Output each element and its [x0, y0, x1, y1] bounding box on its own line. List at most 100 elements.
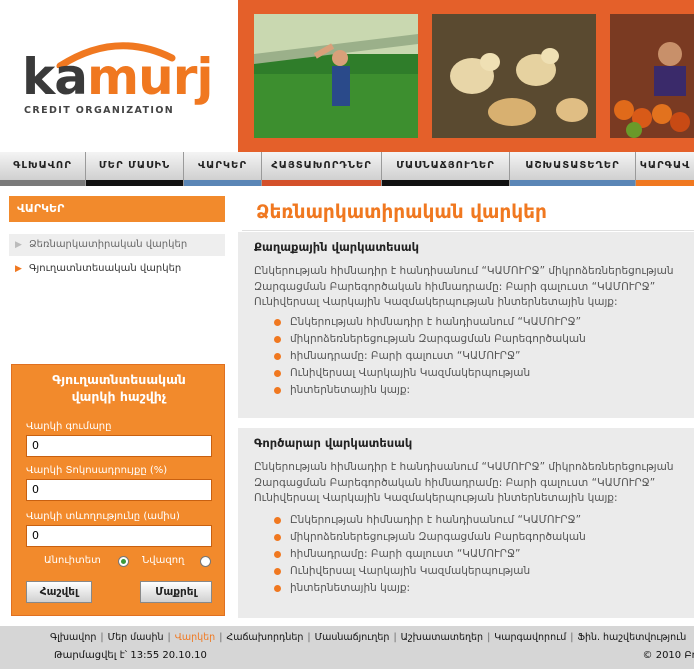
photo-ducklings [432, 14, 596, 138]
main-content: Ձեռնարկատիրական վարկեր Քաղաքային վարկատե… [238, 186, 694, 626]
list-item: Ընկերության հիմնադիր է հանդիսանում “ԿԱՄՈ… [274, 314, 586, 331]
footer-link-financial-reports[interactable]: Ֆին. հաշվետվություն [577, 632, 686, 643]
list-item: միկրոձեռներեցության Զարգացման Բարեգործակ… [274, 331, 586, 348]
footer-separator: | [219, 632, 223, 643]
footer-link-jobs[interactable]: Աշխատատեղեր [401, 632, 483, 643]
nav-item-home[interactable]: ԳԼԽԱՎՈՐ [0, 152, 86, 186]
nav-item-label: ԳԼԽԱՎՈՐ [13, 160, 72, 171]
section-paragraph: Ընկերության հիմնադիր է հանդիսանում “ԿԱՄՈ… [254, 264, 694, 311]
list-item: միկրոձեռներեցության Զարգացման Բարեգործակ… [274, 529, 586, 546]
decreasing-option-label: Նվազող [142, 555, 185, 566]
footer-separator: | [487, 632, 491, 643]
footer-link-clients[interactable]: Հաճախորդներ [226, 632, 303, 643]
logo[interactable]: kamurj CREDIT ORGANIZATION [0, 0, 238, 152]
logo-wordmark: kamurj [22, 50, 213, 104]
clear-button[interactable]: Մաքրել [140, 581, 212, 603]
bullet-icon [274, 370, 281, 377]
submenu-item-agricultural-loans[interactable]: ▶ Գյուղատնտեսական վարկեր [9, 258, 225, 280]
footer-link-loans[interactable]: Վարկեր [175, 632, 216, 643]
nav-item-branches[interactable]: ՄԱՍՆԱՃՅՈՒՂԵՐ [382, 152, 510, 186]
list-item: հիմնադրամը: Բարի գալուստ “ԿԱՄՈՒՐՋ” [274, 348, 586, 365]
photo-market [610, 14, 694, 138]
rate-label: Վարկի Տոկոսադրույքը (%) [26, 465, 168, 476]
section-bullet-list: Ընկերության հիմնադիր է հանդիսանում “ԿԱՄՈ… [274, 512, 586, 597]
section-heading: Գործարար վարկատեսակ [254, 436, 413, 450]
annuity-radio[interactable] [118, 556, 129, 567]
loans-submenu: ՎԱՐԿԵՐ ▶ Ձեռնարկատիրական վարկեր ▶ Գյուղա… [9, 196, 225, 274]
list-item: Ունիվերսալ Վարկային Կազմակերպության [274, 365, 586, 382]
bullet-icon [274, 319, 281, 326]
section-heading: Քաղաքային վարկատեսակ [254, 240, 420, 254]
nav-item-clients[interactable]: ՀԱՅՏԱԽՈՐԴՆԵՐ [262, 152, 382, 186]
footer-nav: Գլխավոր | Մեր մասին | Վարկեր | Հաճախորդներ | Մաս… [50, 632, 686, 643]
title-divider [242, 230, 694, 231]
arrow-right-icon: ▶ [15, 264, 22, 274]
decreasing-radio[interactable] [200, 556, 211, 567]
calculator-title-line2: վարկի հաշվիչ [71, 389, 167, 404]
paragraph-line: Ընկերության հիմնադիր է հանդիսանում “ԿԱՄՈ… [254, 265, 674, 277]
list-item: ինտերնետային կայք: [274, 382, 586, 399]
bullet-icon [274, 568, 281, 575]
section-bullet-list: Ընկերության հիմնադիր է հանդիսանում “ԿԱՄՈ… [274, 314, 586, 399]
sidebar: ՎԱՐԿԵՐ ▶ Ձեռնարկատիրական վարկեր ▶ Գյուղա… [0, 186, 238, 626]
list-item-text: ինտերնետային կայք: [290, 582, 411, 594]
photo-greenhouse [254, 14, 418, 138]
paragraph-line: Զարգացման Բարեգործական հիմնադրամը: Բարի … [254, 280, 656, 293]
bullet-icon [274, 353, 281, 360]
footer: Գլխավոր | Մեր մասին | Վարկեր | Հաճախորդներ | Մաս… [0, 626, 694, 669]
footer-separator: | [393, 632, 397, 643]
header: kamurj CREDIT ORGANIZATION [0, 0, 694, 152]
list-item: Ունիվերսալ Վարկային Կազմակերպության [274, 563, 586, 580]
page: kamurj CREDIT ORGANIZATION ԳԼԽԱՎՈՐ ՄԵՐ Մ… [0, 0, 694, 669]
nav-item-about[interactable]: ՄԵՐ ՄԱՍԻՆ [86, 152, 184, 186]
last-updated: Թարմացվել է՝ 13:55 20.10.10 [54, 650, 207, 661]
copyright: © 2010 Բո [642, 650, 694, 661]
nav-item-loans[interactable]: ՎԱՐԿԵՐ [184, 152, 262, 186]
term-input[interactable]: 0 [26, 525, 212, 547]
logo-tagline: CREDIT ORGANIZATION [24, 105, 175, 116]
amount-input[interactable]: 0 [26, 435, 212, 457]
list-item-text: հիմնադրամը: Բարի գալուստ “ԿԱՄՈՒՐՋ” [290, 548, 521, 560]
bullet-icon [274, 336, 281, 343]
loan-type-section: Գործարար վարկատեսակ Ընկերության հիմնադիր… [238, 428, 694, 618]
list-item-text: հիմնադրամը: Բարի գալուստ “ԿԱՄՈՒՐՋ” [290, 350, 521, 362]
footer-link-branches[interactable]: Մասնաճյուղեր [315, 632, 390, 643]
calculator-title: Գյուղատնտեսական վարկի հաշվիչ [12, 371, 226, 405]
nav-item-settings[interactable]: ԿԱՐԳԱՎ [636, 152, 694, 186]
page-title: Ձեռնարկատիրական վարկեր [256, 202, 547, 223]
footer-separator: | [100, 632, 104, 643]
amount-label: Վարկի գումարը [26, 421, 112, 432]
section-paragraph: Ընկերության հիմնադիր է հանդիսանում “ԿԱՄՈ… [254, 460, 694, 507]
term-label: Վարկի տևողությունը (ամիս) [26, 511, 180, 522]
nav-item-label: ՎԱՐԿԵՐ [197, 160, 248, 171]
submenu-title: ՎԱՐԿԵՐ [9, 196, 225, 222]
rate-input[interactable]: 0 [26, 479, 212, 501]
nav-item-label: ՀԱՅՏԱԽՈՐԴՆԵՐ [271, 160, 372, 171]
annuity-option-label: Անուիտետ [44, 555, 101, 566]
paragraph-line: Զարգացման Բարեգործական հիմնադրամը: Բարի … [254, 476, 656, 489]
arrow-right-icon: ▶ [15, 240, 22, 250]
bullet-icon [274, 517, 281, 524]
list-item-text: միկրոձեռներեցության Զարգացման Բարեգործակ… [290, 333, 586, 345]
list-item-text: Ունիվերսալ Վարկային Կազմակերպության [290, 565, 531, 577]
nav-item-jobs[interactable]: ԱՇԽԱՏԱՏԵՂԵՐ [510, 152, 636, 186]
logo-text-murj: murj [87, 48, 213, 106]
main-nav: ԳԼԽԱՎՈՐ ՄԵՐ ՄԱՍԻՆ ՎԱՐԿԵՐ ՀԱՅՏԱԽՈՐԴՆԵՐ ՄԱ… [0, 152, 694, 186]
footer-link-home[interactable]: Գլխավոր [50, 632, 96, 643]
list-item: Ընկերության հիմնադիր է հանդիսանում “ԿԱՄՈ… [274, 512, 586, 529]
paragraph-line: Ունիվերսալ Վարկային Կազմակերպության ինտե… [254, 296, 618, 308]
list-item-text: Ընկերության հիմնադիր է հանդիսանում “ԿԱՄՈ… [290, 316, 582, 328]
list-item-text: Ընկերության հիմնադիր է հանդիսանում “ԿԱՄՈ… [290, 514, 582, 526]
calculate-button[interactable]: Հաշվել [26, 581, 92, 603]
loan-type-section: Քաղաքային վարկատեսակ Ընկերության հիմնադի… [238, 232, 694, 418]
nav-item-label: ՄԵՐ ՄԱՍԻՆ [98, 160, 171, 171]
list-item: հիմնադրամը: Բարի գալուստ “ԿԱՄՈՒՐՋ” [274, 546, 586, 563]
submenu-item-business-loans[interactable]: ▶ Ձեռնարկատիրական վարկեր [9, 234, 225, 256]
footer-separator: | [307, 632, 311, 643]
footer-link-about[interactable]: Մեր մասին [108, 632, 164, 643]
bullet-icon [274, 387, 281, 394]
header-photo-strip [238, 0, 694, 152]
paragraph-line: Ունիվերսալ Վարկային Կազմակերպության ինտե… [254, 492, 618, 504]
list-item-text: Ունիվերսալ Վարկային Կազմակերպության [290, 367, 531, 379]
footer-link-settings[interactable]: Կարգավորում [494, 632, 566, 643]
